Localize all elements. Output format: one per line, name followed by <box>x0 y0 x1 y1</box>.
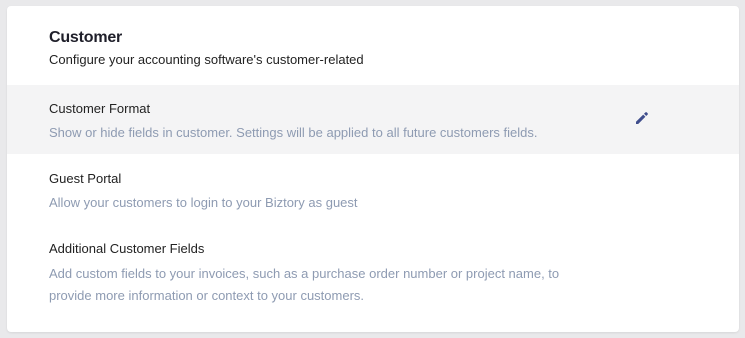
section-subtitle: Configure your accounting software's cus… <box>49 52 364 67</box>
pencil-icon[interactable] <box>633 109 651 127</box>
setting-row-guest-portal[interactable]: Guest Portal Allow your customers to log… <box>7 154 739 224</box>
setting-row-customer-format[interactable]: Customer Format Show or hide fields in c… <box>7 85 739 154</box>
card-header: Customer Configure your accounting softw… <box>7 6 739 70</box>
setting-description: Show or hide fields in customer. Setting… <box>49 125 538 140</box>
setting-title: Additional Customer Fields <box>49 241 205 256</box>
customer-settings-card: Customer Configure your accounting softw… <box>7 6 739 332</box>
setting-description: Add custom fields to your invoices, such… <box>49 266 560 303</box>
setting-description: Allow your customers to login to your Bi… <box>49 195 358 210</box>
setting-title: Guest Portal <box>49 171 122 186</box>
setting-row-additional-customer-fields[interactable]: Additional Customer Fields Add custom fi… <box>7 224 739 332</box>
section-title: Customer <box>49 29 123 46</box>
